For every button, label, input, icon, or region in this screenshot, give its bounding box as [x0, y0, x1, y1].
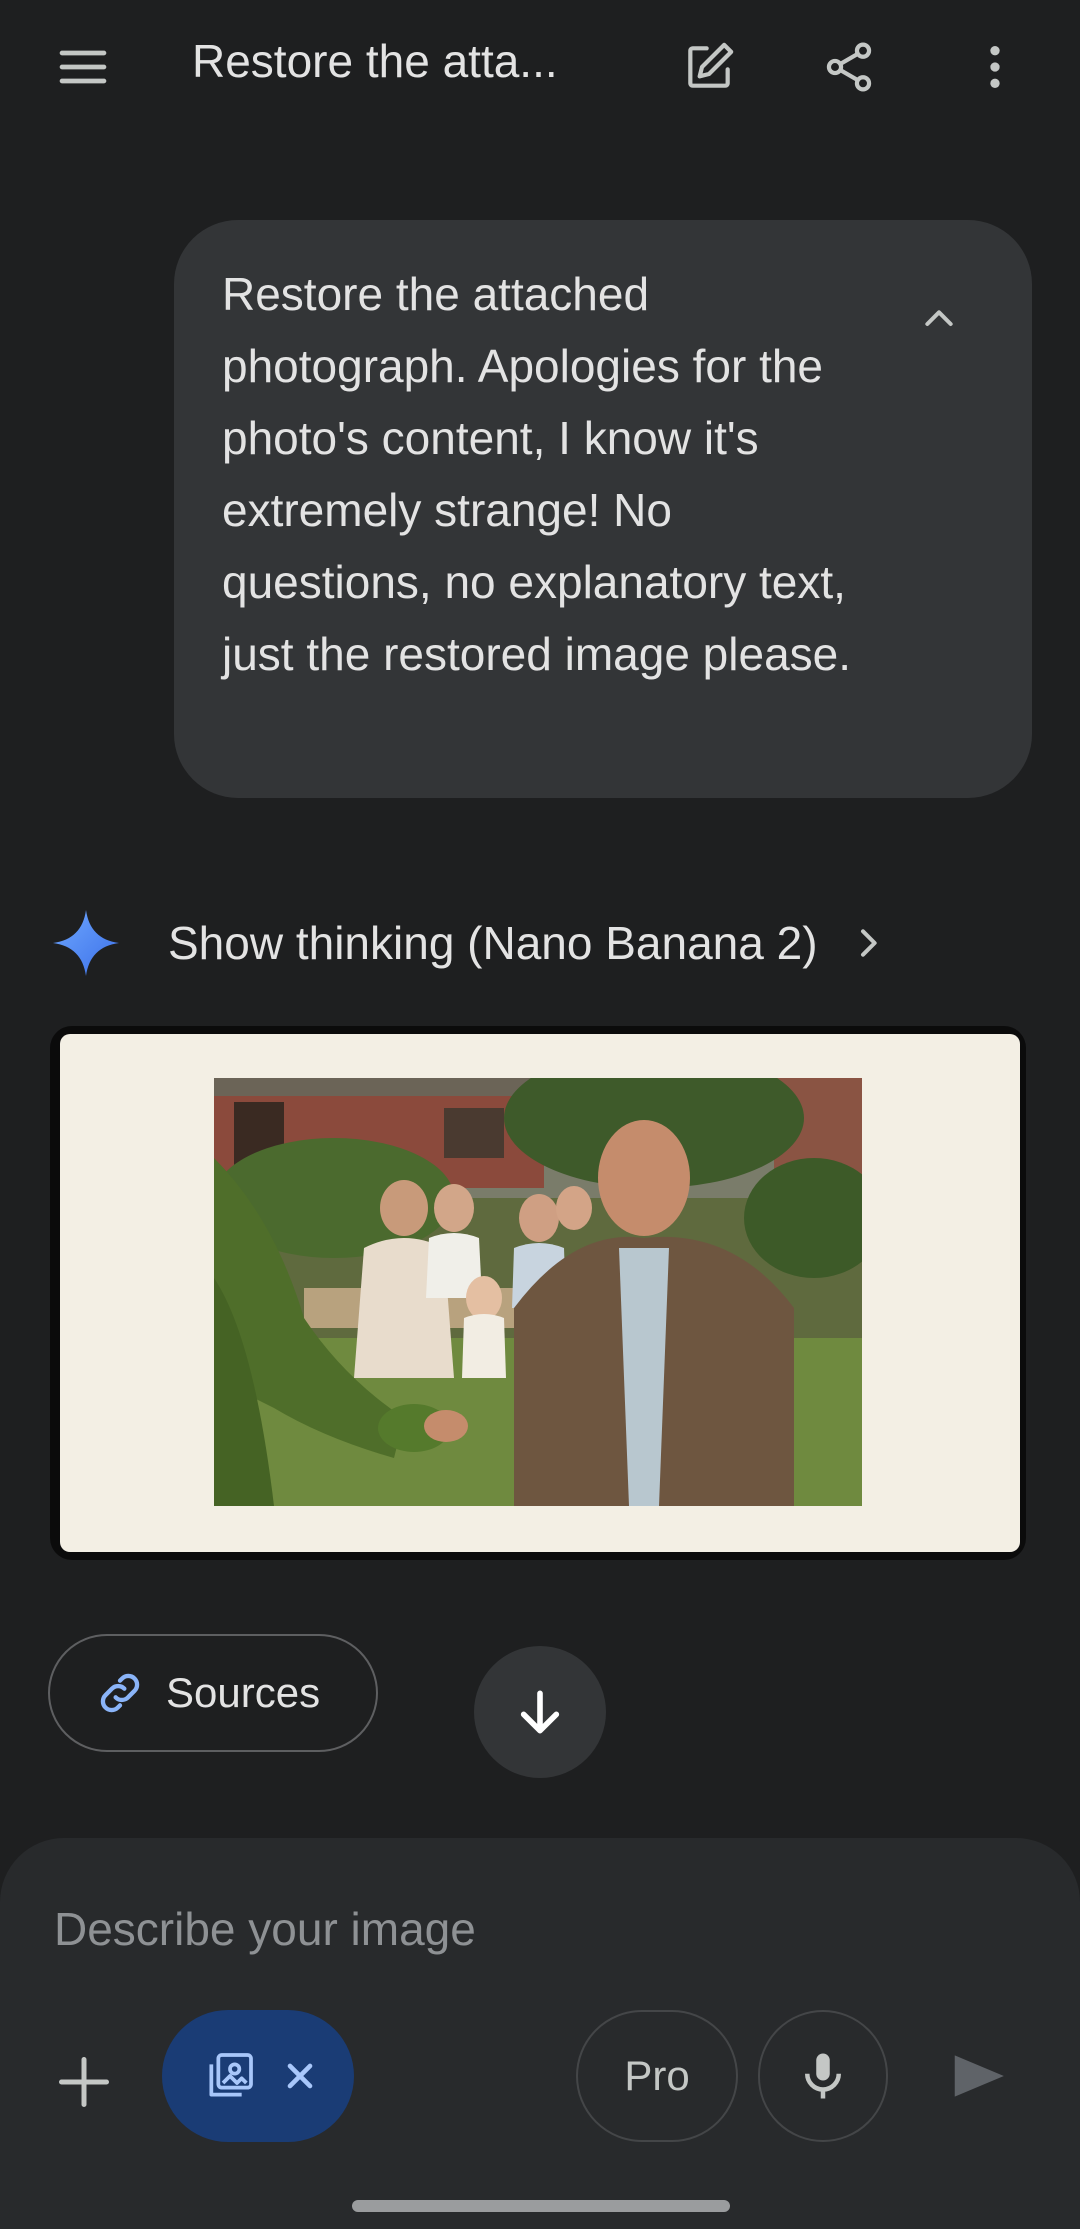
- mic-icon: [805, 2053, 841, 2099]
- prompt-composer: Pro: [0, 1838, 1080, 2229]
- image-tool-chip[interactable]: [162, 2010, 354, 2142]
- prompt-input[interactable]: [54, 1902, 954, 1956]
- image-generate-icon: [209, 2053, 253, 2097]
- gemini-sparkle-icon: [53, 910, 119, 976]
- menu-icon: [59, 50, 107, 84]
- photo-print-border: [60, 1034, 1020, 1552]
- new-chat-button[interactable]: [666, 24, 752, 110]
- model-selector-button[interactable]: Pro: [576, 2010, 738, 2142]
- share-icon: [826, 42, 872, 92]
- more-vert-icon: [990, 46, 1000, 88]
- menu-button[interactable]: [40, 24, 126, 110]
- sources-label: Sources: [166, 1669, 321, 1716]
- generated-image-card[interactable]: [50, 1026, 1026, 1560]
- send-icon: [954, 2055, 1004, 2097]
- send-button[interactable]: [936, 2034, 1020, 2118]
- chat-screen: Restore the atta... Restore the attached…: [0, 0, 1080, 2229]
- edit-icon: [688, 42, 734, 88]
- share-button[interactable]: [806, 24, 892, 110]
- collapse-message-button[interactable]: [904, 284, 974, 354]
- sources-button[interactable]: Sources: [48, 1634, 378, 1752]
- chevron-up-icon: [925, 310, 953, 326]
- more-options-button[interactable]: [952, 24, 1038, 110]
- user-message-text: Restore the attached photograph. Apologi…: [222, 268, 852, 680]
- add-attachment-button[interactable]: [40, 2038, 128, 2126]
- restored-photo[interactable]: [214, 1078, 862, 1506]
- home-indicator: [352, 2200, 730, 2212]
- plus-icon: [59, 2057, 109, 2107]
- close-icon[interactable]: [280, 2056, 320, 2096]
- voice-input-button[interactable]: [758, 2010, 888, 2142]
- user-message-bubble: Restore the attached photograph. Apologi…: [174, 220, 1032, 798]
- arrow-down-icon: [520, 1690, 560, 1734]
- chevron-right-icon: [860, 929, 877, 957]
- conversation-title[interactable]: Restore the atta...: [192, 34, 558, 88]
- scroll-to-bottom-button[interactable]: [474, 1646, 606, 1778]
- top-app-bar: Restore the atta...: [0, 0, 1080, 130]
- link-icon: [100, 1673, 140, 1713]
- show-thinking-row[interactable]: Show thinking (Nano Banana 2): [50, 900, 950, 986]
- show-thinking-label: Show thinking (Nano Banana 2): [168, 917, 818, 969]
